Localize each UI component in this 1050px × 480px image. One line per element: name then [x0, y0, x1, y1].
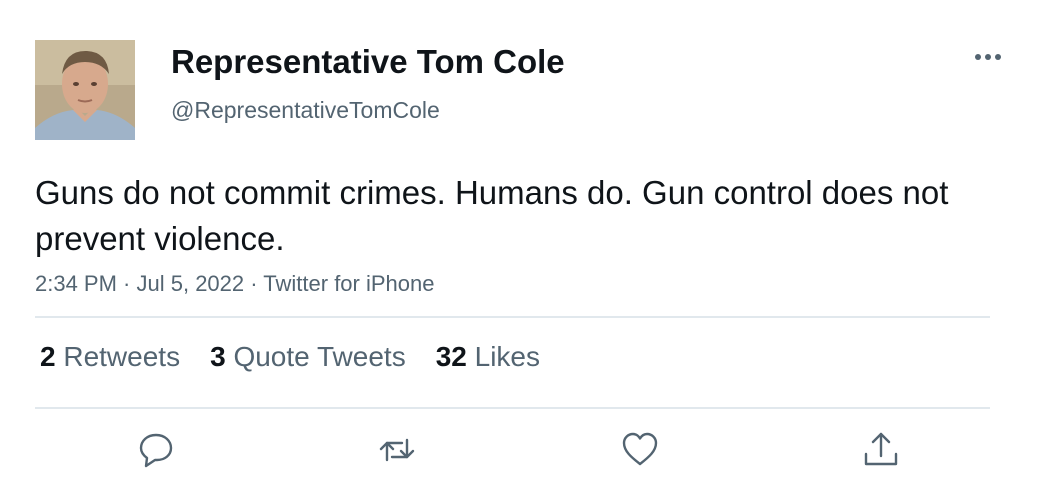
- quote-tweets-stat[interactable]: 3 Quote Tweets: [210, 341, 406, 373]
- engagement-stats: 2 Retweets 3 Quote Tweets 32 Likes: [40, 341, 570, 373]
- like-button[interactable]: [620, 430, 660, 470]
- likes-stat[interactable]: 32 Likes: [436, 341, 540, 373]
- tweet-meta: 2:34 PM · Jul 5, 2022 · Twitter for iPho…: [35, 271, 434, 297]
- user-handle[interactable]: @RepresentativeTomCole: [171, 97, 440, 124]
- retweets-label: Retweets: [63, 341, 181, 372]
- divider-bottom: [35, 407, 990, 409]
- share-button[interactable]: [861, 430, 901, 470]
- tweet-source[interactable]: Twitter for iPhone: [263, 271, 434, 296]
- retweets-count: 2: [40, 341, 56, 372]
- like-icon: [622, 432, 658, 466]
- display-name[interactable]: Representative Tom Cole: [171, 43, 565, 81]
- reply-icon: [139, 433, 173, 468]
- likes-label: Likes: [474, 341, 541, 372]
- likes-count: 32: [435, 341, 467, 372]
- tweet-text: Guns do not commit crimes. Humans do. Gu…: [35, 174, 949, 257]
- reply-button[interactable]: [136, 430, 176, 470]
- retweets-stat[interactable]: 2 Retweets: [40, 341, 180, 373]
- meta-separator: ·: [244, 271, 264, 296]
- avatar[interactable]: [35, 40, 135, 140]
- divider-top: [35, 316, 990, 318]
- quote-tweets-count: 3: [210, 341, 226, 372]
- more-options-icon[interactable]: [972, 46, 1004, 68]
- quote-tweets-label: Quote Tweets: [233, 341, 406, 372]
- tweet-time[interactable]: 2:34 PM: [35, 271, 117, 296]
- retweet-icon: [379, 438, 415, 462]
- share-icon: [864, 432, 898, 466]
- retweet-button[interactable]: [377, 430, 417, 470]
- tweet-date[interactable]: Jul 5, 2022: [137, 271, 245, 296]
- meta-separator: ·: [116, 271, 137, 296]
